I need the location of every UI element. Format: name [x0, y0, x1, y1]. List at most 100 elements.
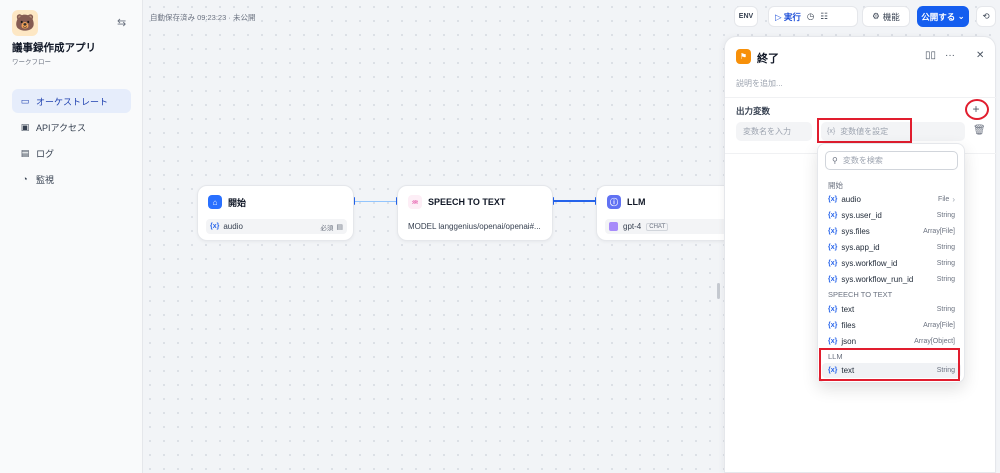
node-speech-to-text[interactable]: ♒ SPEECH TO TEXT MODEL langgenius/openai…: [397, 185, 553, 241]
model-icon: [609, 222, 618, 231]
home-icon: ⌂: [208, 195, 222, 209]
edge-stt-llm: [553, 200, 596, 202]
mode-badge: CHAT: [646, 222, 669, 231]
variable-name: audio: [223, 222, 243, 231]
option-type: String: [936, 244, 955, 251]
variable-option[interactable]: {x} sys.files Array[File]: [822, 224, 961, 239]
variable-option[interactable]: {x} sys.workflow_run_id String: [822, 272, 961, 287]
sidebar-item-label: 監視: [36, 174, 55, 185]
chevron-right-icon: ›: [952, 195, 955, 204]
variable-tag: {x}: [828, 196, 838, 203]
option-name: sys.workflow_run_id: [841, 275, 914, 284]
features-button[interactable]: ⚙ 機能: [862, 6, 910, 27]
node-title: SPEECH TO TEXT: [428, 197, 506, 207]
node-llm[interactable]: ⓘ LLM gpt-4 CHAT: [596, 185, 736, 241]
sidebar-nav: ▭ オーケストレート ▣ APIアクセス ▤ ログ ◔ 監視: [12, 89, 131, 193]
run-history-icon[interactable]: ◷: [807, 11, 814, 22]
env-button[interactable]: ENV: [734, 6, 758, 27]
file-icon: ▤: [336, 223, 343, 231]
option-name: sys.workflow_id: [841, 259, 898, 268]
more-icon[interactable]: ···: [945, 50, 955, 61]
option-type: String: [936, 212, 955, 219]
variable-search-input[interactable]: ⚲ 変数を検索: [825, 151, 958, 170]
sidebar-item-api-access[interactable]: ▣ APIアクセス: [12, 115, 131, 139]
option-type: File: [938, 196, 950, 203]
node-header: ♒ SPEECH TO TEXT: [408, 195, 505, 209]
node-model: MODEL langgenius/openai/openai#...: [406, 219, 546, 234]
brain-icon: ⓘ: [607, 195, 621, 209]
variable-option[interactable]: {x} sys.user_id String: [822, 208, 961, 223]
checklist-icon[interactable]: ☷: [820, 11, 828, 22]
sidebar-item-label: ログ: [36, 148, 55, 159]
trash-icon[interactable]: 🗑: [973, 125, 986, 136]
layout-icon: ▭: [20, 95, 30, 106]
sidebar-item-orchestrate[interactable]: ▭ オーケストレート: [12, 89, 131, 113]
variable-name-input[interactable]: 変数名を入力: [736, 122, 812, 141]
node-header: ⓘ LLM: [607, 195, 646, 209]
publish-button[interactable]: 公開する ⌄: [917, 6, 969, 27]
search-placeholder: 変数を検索: [842, 156, 883, 165]
chevron-down-icon: ⌄: [955, 11, 965, 21]
option-type: Array[Object]: [914, 338, 955, 345]
option-name: sys.user_id: [841, 211, 882, 220]
autosave-status: 自動保存済み 09:23:23 · 未公開: [150, 13, 256, 22]
option-name: json: [841, 337, 857, 346]
bear-icon[interactable]: 🐻: [12, 10, 38, 36]
sidebar-item-label: APIアクセス: [36, 122, 87, 133]
variable-tag: {x}: [828, 244, 838, 251]
sidebar-item-logs[interactable]: ▤ ログ: [12, 141, 131, 165]
features-icon: ⚙: [872, 11, 880, 21]
app-type: ワークフロー: [12, 59, 51, 66]
book-icon[interactable]: ▯▯: [925, 50, 936, 61]
edge-start-stt: [355, 201, 397, 202]
features-label: 機能: [882, 11, 900, 22]
close-icon[interactable]: ✕: [976, 50, 984, 61]
option-type: Array[File]: [923, 322, 955, 329]
document-icon: ▤: [20, 147, 30, 158]
terminal-icon: ▣: [20, 121, 30, 132]
required-badge: 必須: [320, 224, 334, 232]
search-icon: ⚲: [832, 156, 838, 165]
history-icon[interactable]: ⟲: [976, 6, 996, 27]
variable-tag: {x}: [828, 322, 838, 329]
sidebar-item-monitoring[interactable]: ◔ 監視: [12, 167, 131, 191]
variable-tag: {x}: [828, 276, 838, 283]
variable-option[interactable]: {x} audio File ›: [822, 192, 961, 207]
run-label: 実行: [783, 11, 801, 22]
sidebar: 🐻 ⇆ 議事録作成アプリ ワークフロー ▭ オーケストレート ▣ APIアクセス…: [0, 0, 143, 473]
variable-option[interactable]: {x} json Array[Object]: [822, 334, 961, 349]
option-name: text: [841, 305, 855, 314]
panel-resize-handle[interactable]: [717, 283, 720, 299]
option-type: String: [936, 260, 955, 267]
variable-option[interactable]: {x} sys.app_id String: [822, 240, 961, 255]
group-label: 開始: [828, 181, 843, 190]
gauge-icon: ◔: [22, 174, 28, 184]
app-name: 議事録作成アプリ: [12, 42, 96, 54]
option-type: String: [936, 276, 955, 283]
run-button[interactable]: ▷ 実行: [775, 11, 801, 23]
swap-icon[interactable]: ⇆: [117, 16, 126, 29]
divider: [725, 97, 997, 98]
variable-option[interactable]: {x} text String: [822, 302, 961, 317]
variable-tag: {x}: [828, 338, 838, 345]
node-title: 開始: [228, 197, 247, 208]
option-name: sys.app_id: [841, 243, 880, 252]
option-type: String: [936, 306, 955, 313]
group-label: SPEECH TO TEXT: [828, 290, 893, 299]
variable-dropdown: ⚲ 変数を検索 開始 {x} audio File › {x} sys.user…: [817, 143, 965, 383]
variable-option[interactable]: {x} sys.workflow_id String: [822, 256, 961, 271]
option-name: audio: [841, 195, 861, 204]
run-toolbar: ▷ 実行 ◷ ☷: [768, 6, 858, 27]
variable-option[interactable]: {x} files Array[File]: [822, 318, 961, 333]
variable-tag: {x}: [828, 306, 838, 313]
variable-tag: {x}: [828, 212, 838, 219]
node-start[interactable]: ⌂ 開始 {x} audio 必須 ▤: [197, 185, 354, 241]
description-input[interactable]: 説明を追加...: [736, 78, 783, 89]
variable-tag: {x}: [210, 223, 220, 230]
highlight-box: [819, 348, 960, 381]
variable-tag: {x}: [828, 260, 838, 267]
sidebar-item-label: オーケストレート: [36, 96, 109, 107]
option-type: Array[File]: [923, 228, 955, 235]
speech-icon: ♒: [408, 195, 422, 209]
output-vars-label: 出力変数: [736, 106, 771, 116]
